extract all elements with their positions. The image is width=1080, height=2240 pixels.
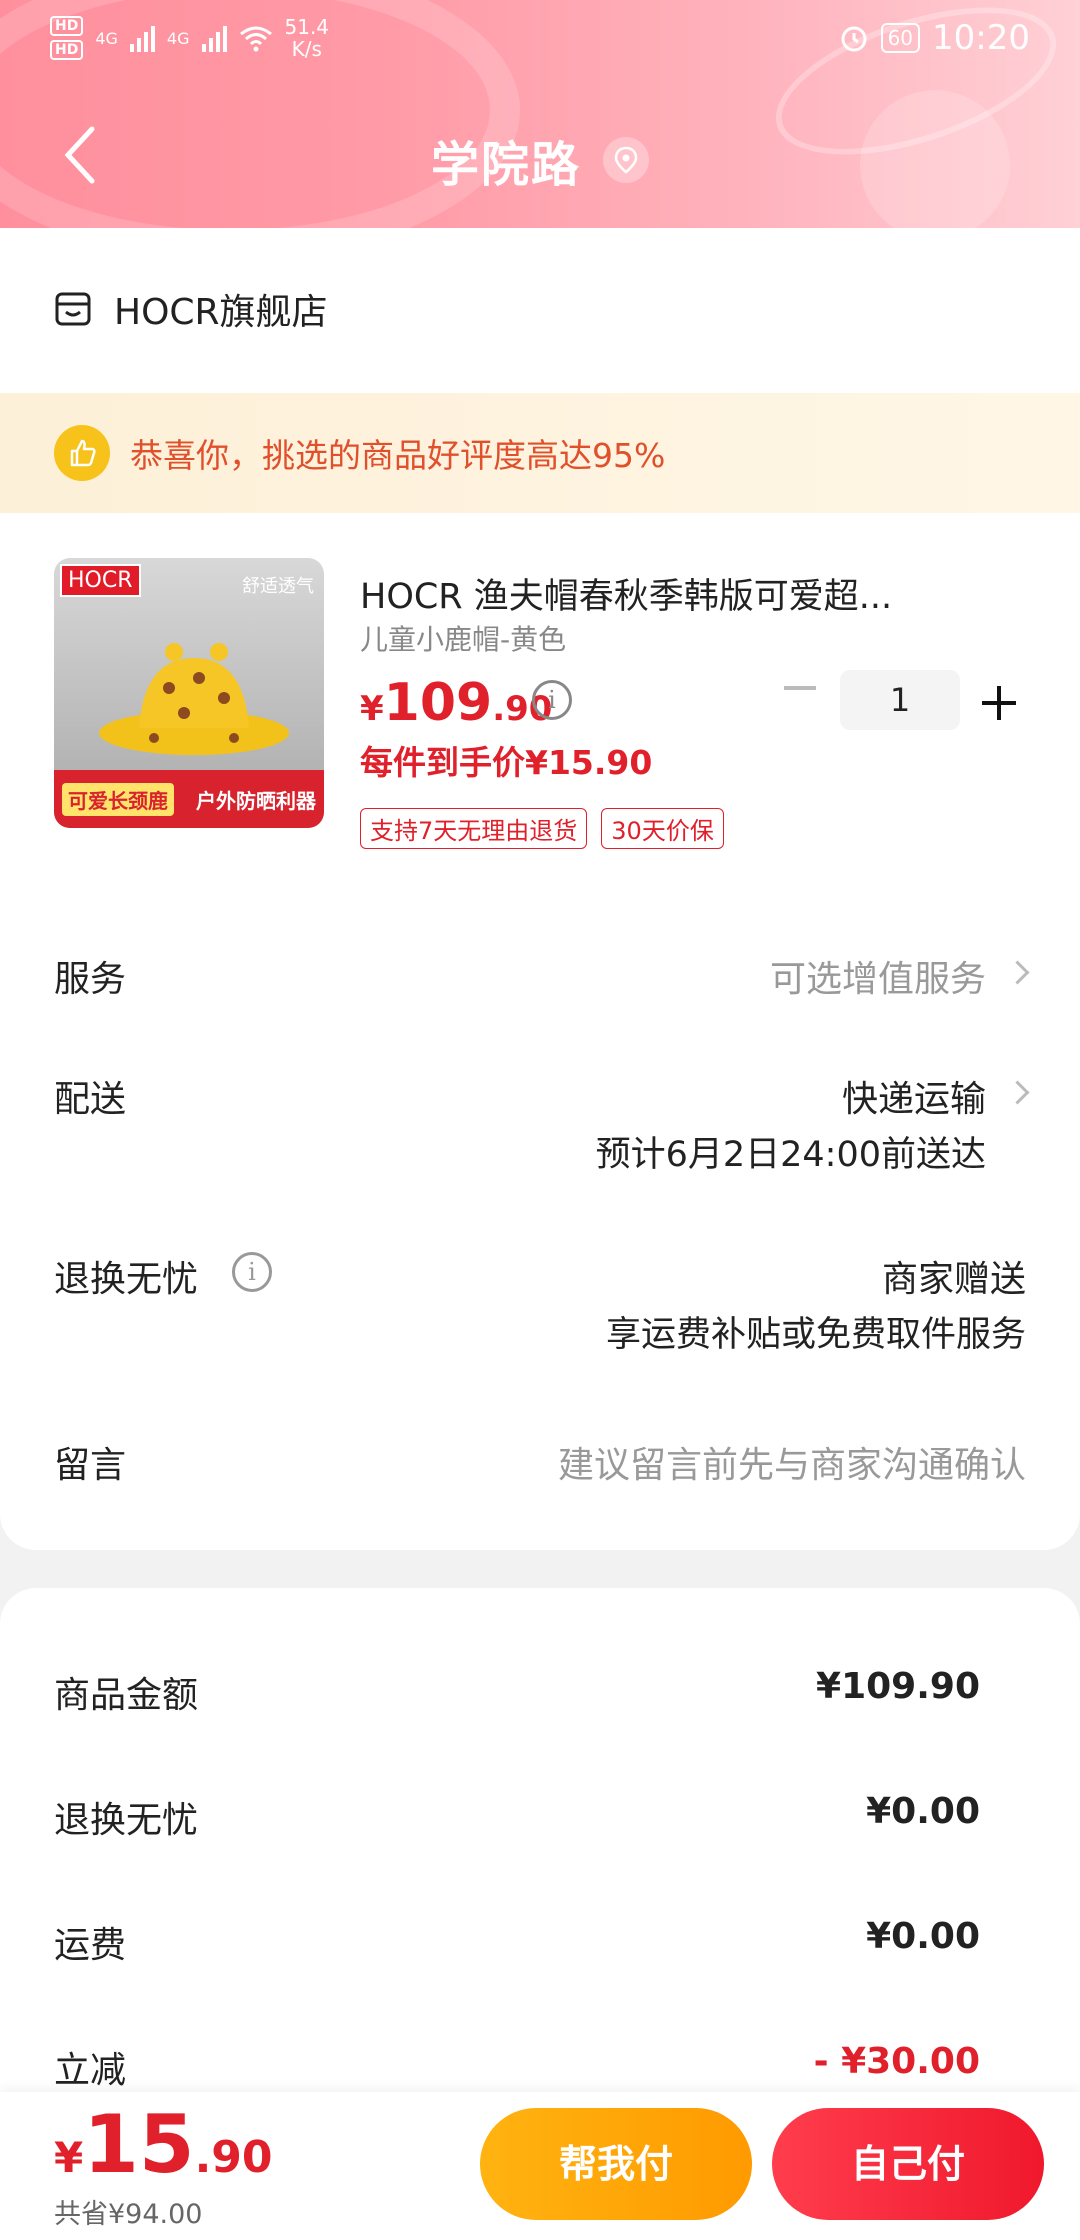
page-title[interactable]: 学院路 xyxy=(431,125,581,195)
rating-promo-banner: 恭喜你，挑选的商品好评度高达95% xyxy=(0,393,1080,513)
delivery-value: 快递运输 xyxy=(841,1079,986,1120)
network-type-1: 4G xyxy=(95,28,118,48)
returns-info-icon[interactable]: i xyxy=(232,1252,272,1292)
store-icon xyxy=(55,292,91,326)
signal-icon xyxy=(129,24,155,52)
product-image[interactable]: HOCR 舒适透气 可爱长颈鹿 户外防晒利器 xyxy=(54,558,324,828)
hat-illustration xyxy=(99,643,289,755)
product-spec[interactable]: 儿童小鹿帽-黄色 xyxy=(360,618,566,658)
chevron-right-icon xyxy=(1005,1080,1030,1105)
fee-value: ¥0.00 xyxy=(866,1791,980,1832)
clock: 10:20 xyxy=(932,18,1030,58)
service-value: 可选增值服务 xyxy=(769,959,986,1000)
delivery-row[interactable]: 配送 快递运输 预计6月2日24:00前送达 xyxy=(54,1070,1030,1180)
hd-badge-1: HD xyxy=(50,16,84,36)
store-header[interactable]: HOCR旗舰店 xyxy=(54,283,328,335)
message-row: 留言 建议留言前先与商家沟通确认 xyxy=(54,1436,1026,1496)
rating-promo-text: 恭喜你，挑选的商品好评度高达95% xyxy=(130,436,666,475)
order-card: HOCR旗舰店 恭喜你，挑选的商品好评度高达95% HOCR 舒适透气 可爱长颈… xyxy=(0,228,1080,1550)
checkout-bar: ¥15.90 共省¥94.00 帮我付 自己付 xyxy=(0,2092,1080,2240)
nav-bar: 学院路 xyxy=(0,105,1080,205)
product-item: HOCR 舒适透气 可爱长颈鹿 户外防晒利器 HOCR 渔夫帽春秋季韩版可爱超.… xyxy=(54,558,1054,858)
product-price: ¥109.90 xyxy=(360,673,553,733)
fee-label: 商品金额 xyxy=(54,1675,199,1716)
self-pay-button[interactable]: 自己付 xyxy=(772,2108,1044,2220)
location-pin-icon[interactable] xyxy=(603,137,649,183)
fee-label: 立减 xyxy=(54,2050,127,2091)
help-pay-button[interactable]: 帮我付 xyxy=(480,2108,752,2220)
header: HD HD 4G 4G 51.4 K/s 60 10:20 学院路 xyxy=(0,0,1080,230)
price-info-icon[interactable]: i xyxy=(532,680,572,720)
service-row[interactable]: 服务 可选增值服务 xyxy=(54,950,1030,1010)
battery-indicator: 60 xyxy=(880,23,921,53)
product-image-label-left: 可爱长颈鹿 xyxy=(62,782,174,816)
alarm-icon xyxy=(841,26,867,52)
status-bar: HD HD 4G 4G 51.4 K/s 60 10:20 xyxy=(50,10,1030,70)
network-type-2: 4G xyxy=(166,28,190,48)
returns-sub: 享运费补贴或免费取件服务 xyxy=(605,1315,1026,1355)
message-label: 留言 xyxy=(54,1445,127,1486)
tag-return-policy: 支持7天无理由退货 xyxy=(360,808,588,849)
discount-value: - ¥30.00 xyxy=(813,2041,980,2082)
signal-icon-2 xyxy=(201,24,227,52)
chevron-right-icon xyxy=(1005,960,1030,985)
delivery-eta: 预计6月2日24:00前送达 xyxy=(595,1135,986,1175)
increase-button[interactable] xyxy=(982,686,1016,720)
returns-row: 退换无忧 i 商家赠送 享运费补贴或免费取件服务 xyxy=(54,1250,1026,1360)
product-tags: 支持7天无理由退货 30天价保 xyxy=(360,808,724,849)
service-label: 服务 xyxy=(54,959,127,1000)
total-saved: 共省¥94.00 xyxy=(54,2199,203,2230)
returns-label: 退换无忧 xyxy=(54,1259,199,1300)
thumbs-up-icon xyxy=(54,425,110,481)
product-image-label-right: 户外防晒利器 xyxy=(196,788,316,813)
returns-value: 商家赠送 xyxy=(881,1259,1026,1300)
message-input[interactable]: 建议留言前先与商家沟通确认 xyxy=(558,1436,1026,1488)
fee-value: ¥109.90 xyxy=(816,1666,980,1707)
unit-price: 每件到手价¥15.90 xyxy=(360,743,653,782)
fee-label: 运费 xyxy=(54,1925,127,1966)
fee-value: ¥0.00 xyxy=(866,1916,980,1957)
hd-indicators: HD HD xyxy=(50,16,84,60)
quantity-stepper: 1 xyxy=(784,670,1024,734)
product-image-brand: HOCR xyxy=(60,564,141,597)
store-name: HOCR旗舰店 xyxy=(114,292,328,333)
tag-price-protection: 30天价保 xyxy=(601,808,724,849)
quantity-input[interactable]: 1 xyxy=(840,670,960,730)
hd-badge-2: HD xyxy=(50,40,84,60)
decrease-button[interactable] xyxy=(784,686,816,690)
delivery-label: 配送 xyxy=(54,1079,127,1120)
fee-label: 退换无忧 xyxy=(54,1800,199,1841)
wifi-icon xyxy=(239,26,272,52)
product-image-tag: 舒适透气 xyxy=(242,576,314,597)
network-speed: 51.4 K/s xyxy=(284,15,330,61)
total-price: ¥15.90 xyxy=(54,2098,273,2191)
product-name[interactable]: HOCR 渔夫帽春秋季韩版可爱超... xyxy=(360,568,980,619)
